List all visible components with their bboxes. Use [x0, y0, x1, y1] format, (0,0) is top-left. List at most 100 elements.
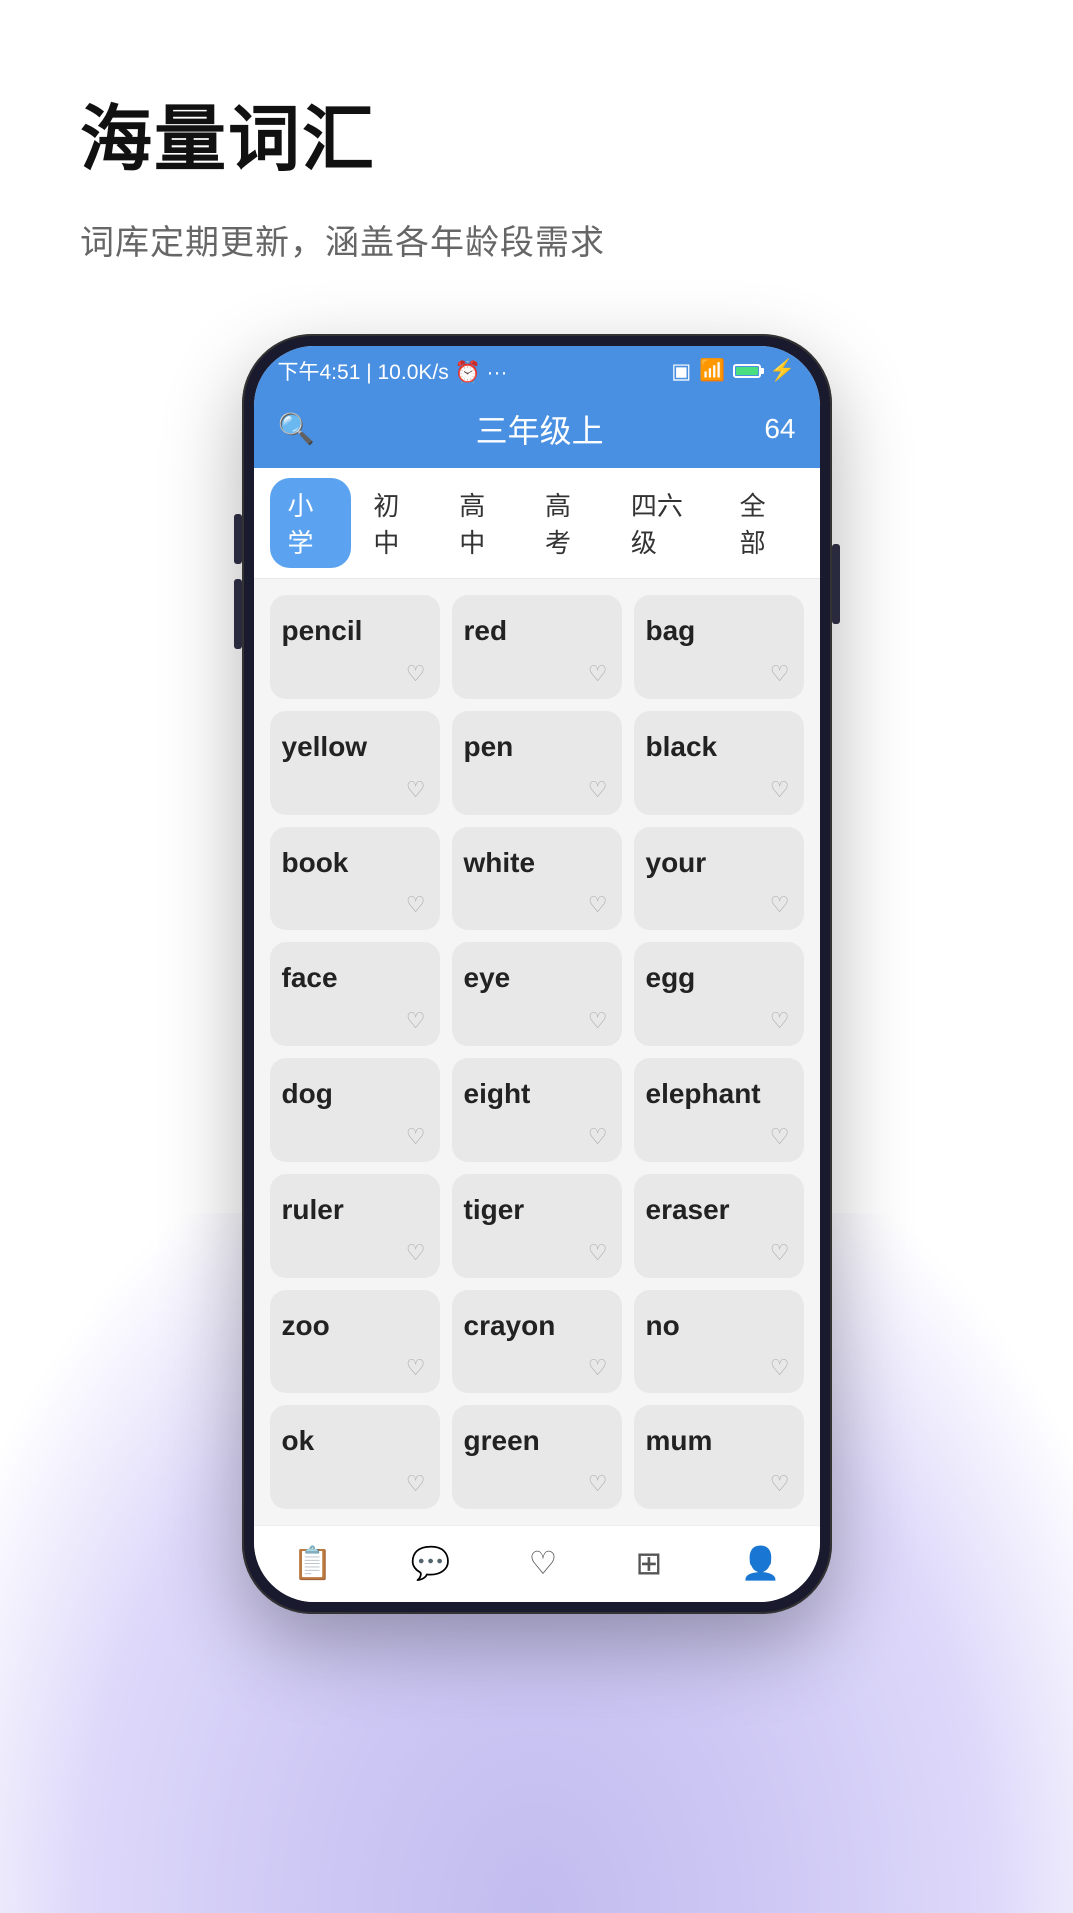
favorite-icon[interactable]: ♡: [588, 892, 608, 918]
favorite-icon[interactable]: ♡: [770, 661, 790, 687]
word-card-elephant[interactable]: elephant ♡: [634, 1058, 804, 1162]
status-icons: ▣ 📶 ⚡: [671, 359, 795, 384]
word-card-face[interactable]: face ♡: [270, 942, 440, 1046]
status-bar: 下午4:51 | 10.0K/s ⏰ ··· ▣ 📶 ⚡: [254, 346, 820, 396]
word-card-book[interactable]: book♡: [270, 827, 440, 931]
favorite-icon[interactable]: ♡: [770, 1355, 790, 1381]
word-card-your[interactable]: your ♡: [634, 827, 804, 931]
tab-high[interactable]: 高中: [441, 478, 523, 568]
favorite-icon[interactable]: ♡: [406, 892, 426, 918]
word-card-yellow[interactable]: yellow♡: [270, 711, 440, 815]
profile-icon: 👤: [741, 1544, 781, 1582]
word-text: zoo: [282, 1310, 330, 1342]
word-card-no[interactable]: no ♡: [634, 1290, 804, 1394]
power-button: [832, 544, 840, 624]
favorite-icon[interactable]: ♡: [770, 1124, 790, 1150]
page-title: 海量词汇: [80, 80, 993, 185]
word-text: bag: [646, 615, 696, 647]
favorite-icon[interactable]: ♡: [406, 777, 426, 803]
word-card-white[interactable]: white♡: [452, 827, 622, 931]
nav-favorites[interactable]: ♡: [509, 1540, 578, 1586]
wordbook-icon: 📋: [293, 1544, 333, 1582]
header-section: 海量词汇 词库定期更新，涵盖各年龄段需求: [0, 0, 1073, 294]
word-text: eye: [464, 962, 511, 994]
favorites-icon: ♡: [529, 1544, 558, 1582]
word-card-pen[interactable]: pen♡: [452, 711, 622, 815]
volume-down-button: [234, 579, 242, 649]
nav-practice[interactable]: 💬: [391, 1540, 471, 1586]
phone-mockup: 下午4:51 | 10.0K/s ⏰ ··· ▣ 📶 ⚡ 🔍 三年级上: [0, 334, 1073, 1614]
tab-bar: 小学 初中 高中 高考 四六级 全部: [254, 468, 820, 579]
favorite-icon[interactable]: ♡: [406, 1240, 426, 1266]
tab-all[interactable]: 全部: [722, 478, 804, 568]
favorite-icon[interactable]: ♡: [770, 777, 790, 803]
favorite-icon[interactable]: ♡: [770, 1240, 790, 1266]
word-text: tiger: [464, 1194, 525, 1226]
word-text: face: [282, 962, 338, 994]
favorite-icon[interactable]: ♡: [588, 1471, 608, 1497]
volume-up-button: [234, 514, 242, 564]
tab-elementary[interactable]: 小学: [270, 478, 352, 568]
nav-profile[interactable]: 👤: [721, 1540, 801, 1586]
word-card-egg[interactable]: egg ♡: [634, 942, 804, 1046]
favorite-icon[interactable]: ♡: [588, 1008, 608, 1034]
word-text: ok: [282, 1425, 315, 1457]
word-card-red[interactable]: red ♡: [452, 595, 622, 699]
favorite-icon[interactable]: ♡: [406, 1008, 426, 1034]
tab-college[interactable]: 四六级: [613, 478, 718, 568]
favorite-icon[interactable]: ♡: [588, 1355, 608, 1381]
favorite-icon[interactable]: ♡: [406, 1471, 426, 1497]
word-card-mum[interactable]: mum ♡: [634, 1405, 804, 1509]
practice-icon: 💬: [411, 1544, 451, 1582]
word-card-ok[interactable]: ok ♡: [270, 1405, 440, 1509]
word-text: red: [464, 615, 508, 647]
word-card-crayon[interactable]: crayon ♡: [452, 1290, 622, 1394]
page-subtitle: 词库定期更新，涵盖各年龄段需求: [80, 215, 993, 264]
favorite-icon[interactable]: ♡: [770, 1471, 790, 1497]
word-text: crayon: [464, 1310, 556, 1342]
word-text: eight: [464, 1078, 531, 1110]
expand-icon: ⊞: [636, 1544, 663, 1582]
word-card-black[interactable]: black ♡: [634, 711, 804, 815]
favorite-icon[interactable]: ♡: [406, 1124, 426, 1150]
battery-icon: [733, 364, 761, 378]
word-card-pencil[interactable]: pencil ♡: [270, 595, 440, 699]
app-title: 三年级上: [476, 406, 604, 452]
wifi-icon: 📶: [699, 359, 725, 383]
word-text: egg: [646, 962, 696, 994]
favorite-icon[interactable]: ♡: [406, 1355, 426, 1381]
word-text: black: [646, 731, 718, 763]
tab-gaokao[interactable]: 高考: [527, 478, 609, 568]
favorite-icon[interactable]: ♡: [588, 661, 608, 687]
nav-expand[interactable]: ⊞: [616, 1540, 683, 1586]
word-card-tiger[interactable]: tiger ♡: [452, 1174, 622, 1278]
word-count: 64: [764, 413, 795, 445]
favorite-icon[interactable]: ♡: [770, 1008, 790, 1034]
word-text: your: [646, 847, 707, 879]
word-text: eraser: [646, 1194, 730, 1226]
word-text: elephant: [646, 1078, 761, 1110]
word-card-zoo[interactable]: zoo ♡: [270, 1290, 440, 1394]
nav-wordbook[interactable]: 📋: [273, 1540, 353, 1586]
charging-icon: ⚡: [769, 359, 795, 383]
word-card-dog[interactable]: dog ♡: [270, 1058, 440, 1162]
tab-middle[interactable]: 初中: [355, 478, 437, 568]
word-text: green: [464, 1425, 540, 1457]
favorite-icon[interactable]: ♡: [770, 892, 790, 918]
word-card-eraser[interactable]: eraser ♡: [634, 1174, 804, 1278]
word-card-eight[interactable]: eight ♡: [452, 1058, 622, 1162]
word-text: dog: [282, 1078, 333, 1110]
word-card-eye[interactable]: eye ♡: [452, 942, 622, 1046]
word-card-ruler[interactable]: ruler♡: [270, 1174, 440, 1278]
favorite-icon[interactable]: ♡: [406, 661, 426, 687]
search-button[interactable]: 🔍: [278, 412, 315, 447]
word-text: mum: [646, 1425, 713, 1457]
favorite-icon[interactable]: ♡: [588, 1240, 608, 1266]
word-text: pencil: [282, 615, 363, 647]
favorite-icon[interactable]: ♡: [588, 1124, 608, 1150]
favorite-icon[interactable]: ♡: [588, 777, 608, 803]
screen-record-icon: ▣: [671, 359, 691, 384]
word-text: no: [646, 1310, 680, 1342]
word-card-bag[interactable]: bag ♡: [634, 595, 804, 699]
word-card-green[interactable]: green ♡: [452, 1405, 622, 1509]
